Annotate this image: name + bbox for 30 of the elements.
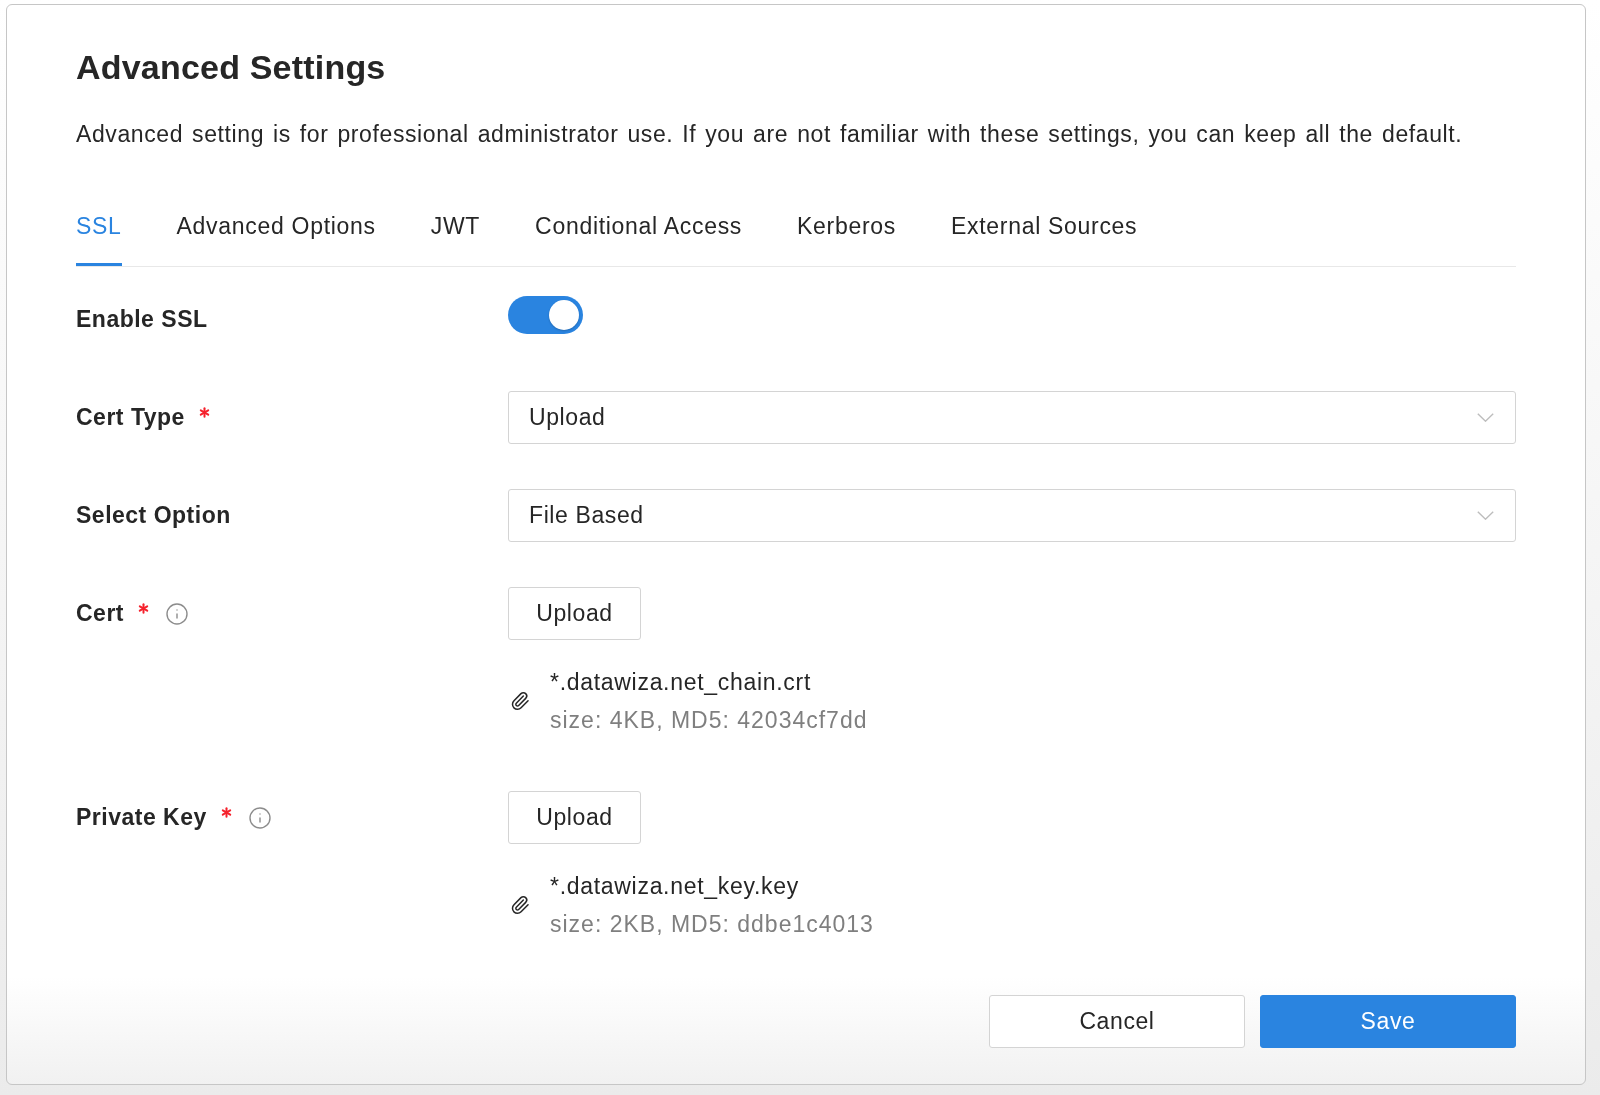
field-label: Cert	[76, 600, 124, 627]
paperclip-icon	[510, 691, 530, 711]
paperclip-icon	[510, 895, 530, 915]
dialog-title: Advanced Settings	[76, 47, 386, 88]
chevron-down-icon	[1477, 511, 1494, 520]
select-field[interactable]: Upload	[508, 391, 1516, 444]
upload-button[interactable]: Upload	[508, 587, 641, 640]
tab[interactable]: Advanced Options	[176, 211, 376, 266]
tab[interactable]: External Sources	[950, 211, 1138, 266]
tab[interactable]: SSL	[76, 211, 122, 266]
file-name: *.datawiza.net_key.key	[550, 872, 799, 900]
file-name: *.datawiza.net_chain.crt	[550, 668, 811, 696]
tab[interactable]: Kerberos	[797, 211, 896, 266]
chevron-down-icon	[1477, 413, 1494, 422]
tab[interactable]: JWT	[430, 211, 481, 266]
cancel-button[interactable]: Cancel	[989, 995, 1245, 1048]
info-icon[interactable]	[165, 601, 189, 626]
field-label: Enable SSL	[76, 306, 208, 333]
tab[interactable]: Conditional Access	[535, 211, 743, 266]
field-label: Select Option	[76, 502, 231, 529]
select-field[interactable]: File Based	[508, 489, 1516, 542]
field-label: Cert Type	[76, 404, 185, 431]
save-button[interactable]: Save	[1260, 995, 1516, 1048]
file-details: size: 2KB, MD5: ddbe1c4013	[550, 910, 874, 938]
dialog-description: Advanced setting is for professional administrator use. If you are not familiar with these settings, you can keep all the default.	[76, 120, 1463, 149]
field-label: Private Key	[76, 804, 207, 831]
file-details: size: 4KB, MD5: 42034cf7dd	[550, 706, 868, 734]
info-icon[interactable]	[247, 805, 272, 830]
toggle-switch[interactable]	[508, 295, 583, 334]
upload-button[interactable]: Upload	[508, 791, 641, 844]
